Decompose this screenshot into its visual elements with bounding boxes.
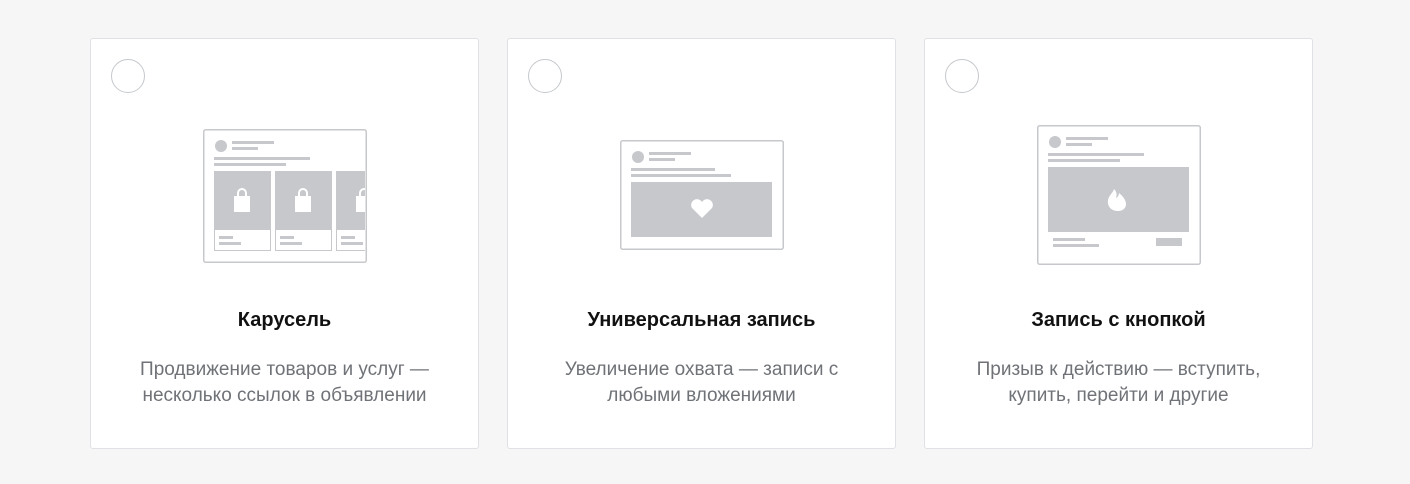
carousel-description: Продвижение товаров и услуг — несколько … — [140, 359, 429, 406]
universal-post-preview-icon — [619, 140, 784, 250]
ad-format-card-carousel[interactable]: Карусель Продвижение товаров и услуг — н… — [90, 38, 479, 449]
post-with-button-illustration — [925, 119, 1312, 269]
carousel-illustration — [91, 119, 478, 269]
post-with-button-radio-button[interactable] — [945, 59, 979, 93]
universal-post-radio-button[interactable] — [528, 59, 562, 93]
carousel-radio-button[interactable] — [111, 59, 145, 93]
carousel-post-preview-icon — [202, 129, 367, 263]
universal-post-title: Универсальная запись — [587, 309, 816, 331]
universal-post-description: Увеличение охвата — записи с любыми влож… — [564, 359, 839, 406]
post-with-button-title: Запись с кнопкой — [1031, 309, 1206, 331]
universal-post-illustration — [508, 119, 895, 269]
carousel-title: Карусель — [237, 309, 332, 331]
post-with-button-preview-icon — [1036, 125, 1201, 265]
post-with-button-description: Призыв к действию — вступить, купить, пе… — [976, 359, 1261, 406]
ad-format-card-post-with-button[interactable]: Запись с кнопкой Призыв к действию — вст… — [924, 38, 1313, 449]
ad-format-card-universal-post[interactable]: Универсальная запись Увеличение охвата —… — [507, 38, 896, 449]
